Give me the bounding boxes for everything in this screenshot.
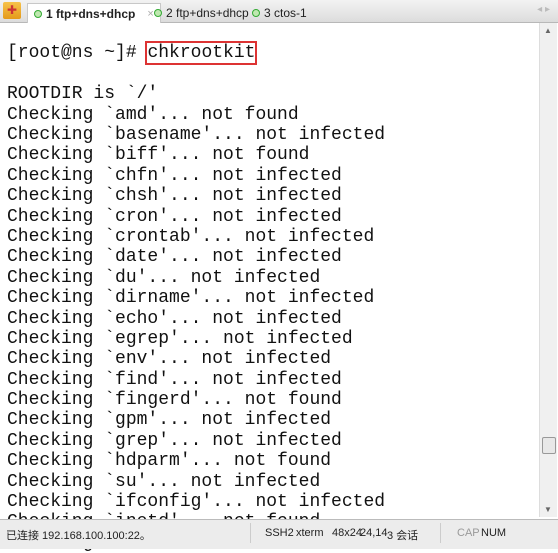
output-line: Checking `find'... not infected <box>7 369 342 390</box>
output-line: Checking `gpm'... not infected <box>7 410 332 431</box>
output-line: Checking `hdparm'... not found <box>7 451 332 472</box>
prompt: [root@ns ~]# <box>7 43 148 64</box>
tab-label: 2 ftp+dns+dhcp <box>166 5 249 20</box>
connection-status: 已连接 192.168.100.100:22。 <box>6 530 151 542</box>
output-line: Checking `su'... not infected <box>7 471 321 492</box>
terminal-output[interactable]: [root@ns ~]# chkrootkit ROOTDIR is `/' Ch… <box>0 23 538 553</box>
prompt-line: [root@ns ~]# chkrootkit <box>7 41 538 66</box>
output-line: Checking `amd'... not found <box>7 104 299 125</box>
terminal-type: xterm <box>296 527 324 539</box>
output-line: Checking `biff'... not found <box>7 145 310 166</box>
num-indicator: NUM <box>481 527 507 539</box>
output-line: Checking `egrep'... not infected <box>7 328 353 349</box>
output-line: Checking `crontab'... not infected <box>7 226 375 247</box>
scroll-down-icon[interactable]: ▼ <box>544 505 552 514</box>
output-line: Checking `dirname'... not infected <box>7 288 375 309</box>
status-dot-icon <box>154 8 162 17</box>
tab-3[interactable]: 3 ctos-1 <box>246 3 313 22</box>
output-line: Checking `chsh'... not infected <box>7 186 342 207</box>
caps-indicator: CAP <box>457 527 480 539</box>
scrollbar-thumb[interactable] <box>542 437 556 454</box>
output-line: Checking `date'... not infected <box>7 247 342 268</box>
session-count: 3 会话 <box>387 530 419 542</box>
terminal-size: 48x24 <box>332 527 362 539</box>
tab-label: 1 ftp+dns+dhcp <box>46 6 136 21</box>
cursor-position: 24,14 <box>360 527 388 539</box>
command-highlighted: chkrootkit <box>145 41 258 66</box>
output-line: Checking `env'... not infected <box>7 349 332 370</box>
status-bar: 已连接 192.168.100.100:22。 SSH2 xterm 48x24… <box>0 519 558 549</box>
tab-bar: ✚ 1 ftp+dns+dhcp × 2 ftp+dns+dhcp 3 ctos-… <box>0 0 558 23</box>
vertical-scrollbar[interactable]: ▲ ▼ <box>539 23 557 517</box>
output-line: Checking `echo'... not infected <box>7 308 342 329</box>
scroll-up-icon[interactable]: ▲ <box>544 26 552 35</box>
status-dot-icon <box>34 9 42 18</box>
output-line: Checking `du'... not infected <box>7 267 321 288</box>
tab-1[interactable]: 1 ftp+dns+dhcp × <box>27 3 161 23</box>
tab-2[interactable]: 2 ftp+dns+dhcp <box>148 3 255 22</box>
status-dot-icon <box>252 8 260 17</box>
tab-scroll-arrows[interactable]: ◂ ▸ <box>537 4 550 15</box>
output-line: Checking `grep'... not infected <box>7 430 342 451</box>
output-line: Checking `basename'... not infected <box>7 124 386 145</box>
protocol: SSH2 <box>265 527 294 539</box>
tab-label: 3 ctos-1 <box>264 5 307 20</box>
output-line: Checking `cron'... not infected <box>7 206 342 227</box>
output-line: Checking `fingerd'... not found <box>7 390 342 411</box>
output-line: Checking `ifconfig'... not infected <box>7 492 386 513</box>
output-line: Checking `chfn'... not infected <box>7 165 342 186</box>
app-logo-icon[interactable]: ✚ <box>3 2 21 19</box>
output-line: ROOTDIR is `/' <box>7 84 159 105</box>
